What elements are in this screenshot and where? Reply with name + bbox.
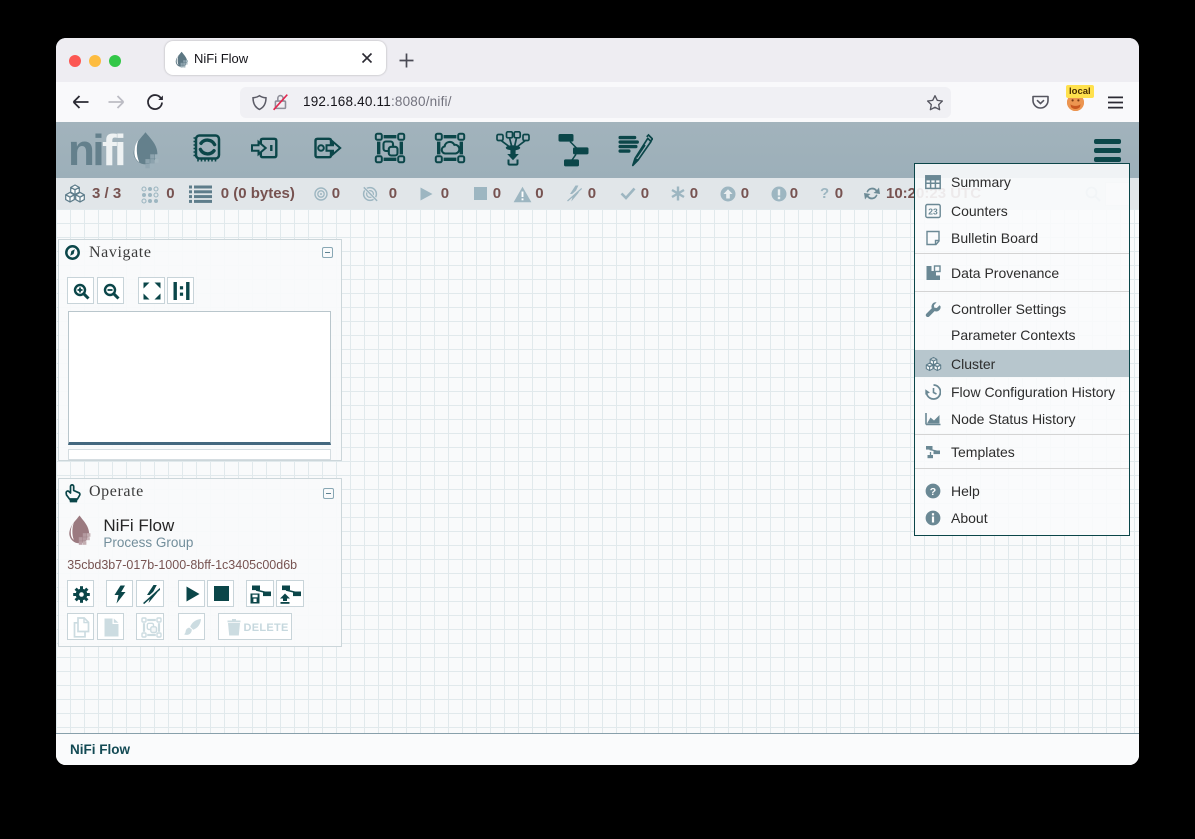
svg-text:23: 23 [928, 206, 938, 216]
svg-text:?: ? [930, 486, 936, 498]
